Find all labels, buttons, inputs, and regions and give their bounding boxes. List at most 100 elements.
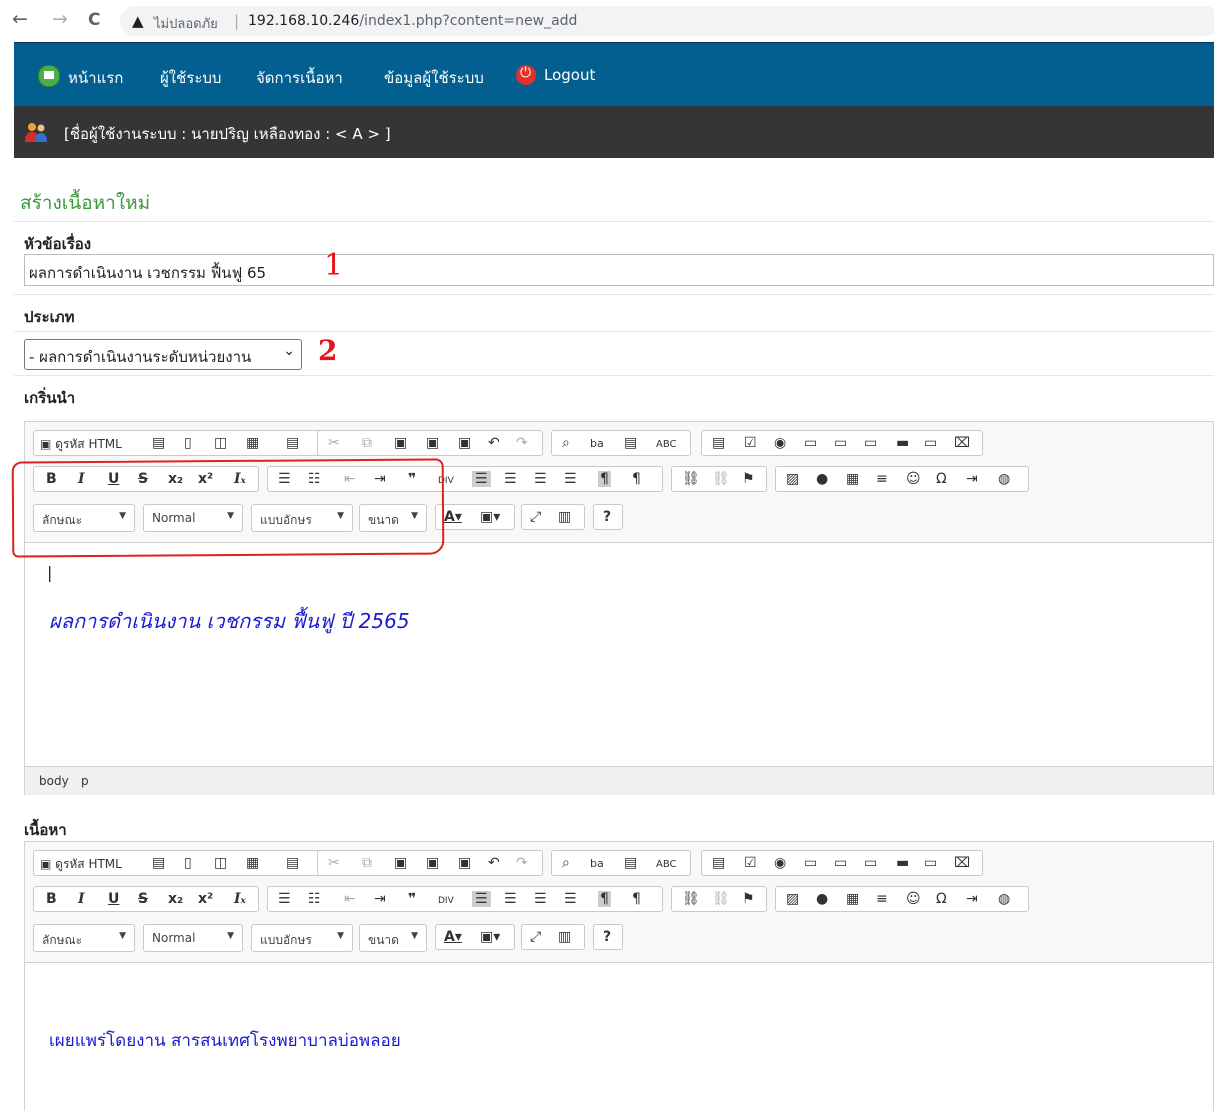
type-select[interactable]: - ผลการดำเนินงานระดับหน่วยงาน ⌄ <box>24 339 302 370</box>
justify-icon[interactable]: ☰ <box>564 891 577 907</box>
style-combo[interactable]: ลักษณะ ▼ <box>33 924 135 952</box>
unlink-icon[interactable]: ⛓ <box>712 891 730 907</box>
nav-content[interactable]: จัดการเนื้อหา <box>256 66 343 90</box>
textarea-icon[interactable]: ▭ <box>834 855 847 871</box>
textfield-icon[interactable]: ▭ <box>804 435 817 451</box>
smiley-icon[interactable]: ☺ <box>906 891 921 907</box>
button-field-icon[interactable]: ▬ <box>896 435 909 451</box>
table-icon[interactable]: ▦ <box>846 891 859 907</box>
unlink-icon[interactable]: ⛓ <box>712 471 730 487</box>
spellcheck-icon[interactable]: ABC <box>656 857 677 873</box>
font-combo[interactable]: แบบอักษร ▼ <box>251 924 353 952</box>
smiley-icon[interactable]: ☺ <box>906 471 921 487</box>
not-secure-label[interactable]: ไม่ปลอดภัย <box>154 13 218 34</box>
hidden-field-icon[interactable]: ⌧ <box>954 855 970 871</box>
help-icon[interactable]: ? <box>603 509 611 525</box>
preview-icon[interactable]: ◫ <box>214 435 227 451</box>
paste-word-icon[interactable]: ▣ <box>458 435 471 451</box>
redo-icon[interactable]: ↷ <box>516 435 528 451</box>
bold-icon[interactable]: B <box>46 891 57 907</box>
numbered-list-icon[interactable]: ☰ <box>278 891 291 907</box>
copy-icon[interactable]: ⧉ <box>362 435 372 451</box>
select-all-icon[interactable]: ▤ <box>624 855 637 871</box>
special-char-icon[interactable]: Ω <box>936 891 947 907</box>
nav-users[interactable]: ผู้ใช้ระบบ <box>160 66 221 90</box>
maximize-icon[interactable]: ⤢ <box>530 929 541 945</box>
radio-icon[interactable]: ◉ <box>774 435 786 451</box>
path-body[interactable]: body <box>39 774 69 788</box>
paste-icon[interactable]: ▣ <box>394 435 407 451</box>
spellcheck-icon[interactable]: ABC <box>656 437 677 453</box>
link-icon[interactable]: ⛓ <box>682 471 700 487</box>
warning-icon[interactable]: ▲ <box>132 12 144 30</box>
image-button-icon[interactable]: ▭ <box>924 855 937 871</box>
select-all-icon[interactable]: ▤ <box>624 435 637 451</box>
content-editor-content[interactable]: เผยแพร่โดยงาน สารสนเทศโรงพยาบาลบ่อพลอย <box>25 963 1213 1111</box>
source-button[interactable]: ▣ ดูรหัส HTML <box>40 856 122 872</box>
button-field-icon[interactable]: ▬ <box>896 855 909 871</box>
align-center-icon[interactable]: ☰ <box>504 891 517 907</box>
iframe-icon[interactable]: ◍ <box>998 891 1010 907</box>
back-icon[interactable]: ← <box>12 8 28 30</box>
preview-icon[interactable]: ◫ <box>214 855 227 871</box>
save-icon[interactable]: ▤ <box>152 855 165 871</box>
anchor-icon[interactable]: ⚑ <box>742 891 755 907</box>
align-left-icon[interactable]: ☰ <box>472 891 491 907</box>
paste-text-icon[interactable]: ▣ <box>426 855 439 871</box>
div-icon[interactable]: DIV <box>438 893 454 909</box>
hidden-field-icon[interactable]: ⌧ <box>954 435 970 451</box>
checkbox-icon[interactable]: ☑ <box>744 855 757 871</box>
horizontal-rule-icon[interactable]: ≡ <box>876 471 888 487</box>
subject-input[interactable]: ผลการดำเนินงาน เวชกรรม ฟื้นฟู 65 <box>24 254 1214 286</box>
radio-icon[interactable]: ◉ <box>774 855 786 871</box>
help-icon[interactable]: ? <box>603 929 611 945</box>
align-right-icon[interactable]: ☰ <box>534 471 547 487</box>
print-icon[interactable]: ▦ <box>246 435 259 451</box>
link-icon[interactable]: ⛓ <box>682 891 700 907</box>
templates-icon[interactable]: ▤ <box>286 435 299 451</box>
forward-icon[interactable]: → <box>52 8 68 30</box>
save-icon[interactable]: ▤ <box>152 435 165 451</box>
source-button[interactable]: ▣ ดูรหัส HTML <box>40 436 122 452</box>
undo-icon[interactable]: ↶ <box>488 855 500 871</box>
ltr-icon[interactable]: ¶ <box>598 891 611 907</box>
align-right-icon[interactable]: ☰ <box>534 891 547 907</box>
redo-icon[interactable]: ↷ <box>516 855 528 871</box>
iframe-icon[interactable]: ◍ <box>998 471 1010 487</box>
paste-icon[interactable]: ▣ <box>394 855 407 871</box>
new-page-icon[interactable]: ▯ <box>184 435 192 451</box>
show-blocks-icon[interactable]: ▥ <box>558 509 571 525</box>
find-icon[interactable]: ⌕ <box>562 855 570 871</box>
bg-color-icon[interactable]: ▣▾ <box>480 509 500 525</box>
select-field-icon[interactable]: ▭ <box>864 435 877 451</box>
undo-icon[interactable]: ↶ <box>488 435 500 451</box>
image-icon[interactable]: ▨ <box>786 471 799 487</box>
flash-icon[interactable]: ● <box>816 891 828 907</box>
templates-icon[interactable]: ▤ <box>286 855 299 871</box>
bg-color-icon[interactable]: ▣▾ <box>480 929 500 945</box>
table-icon[interactable]: ▦ <box>846 471 859 487</box>
special-char-icon[interactable]: Ω <box>936 471 947 487</box>
indent-icon[interactable]: ⇥ <box>374 891 386 907</box>
reload-icon[interactable]: C <box>88 10 100 30</box>
paste-text-icon[interactable]: ▣ <box>426 435 439 451</box>
nav-home[interactable]: หน้าแรก <box>68 66 123 90</box>
image-button-icon[interactable]: ▭ <box>924 435 937 451</box>
format-combo[interactable]: Normal ▼ <box>143 924 243 952</box>
size-combo[interactable]: ขนาด ▼ <box>359 924 427 952</box>
remove-format-icon[interactable]: Iₓ <box>234 891 246 907</box>
ltr-icon[interactable]: ¶ <box>598 471 611 487</box>
text-color-icon[interactable]: A▾ <box>444 509 462 525</box>
new-page-icon[interactable]: ▯ <box>184 855 192 871</box>
rtl-icon[interactable]: ¶ <box>632 891 641 907</box>
form-icon[interactable]: ▤ <box>712 435 725 451</box>
url-text[interactable]: 192.168.10.246/index1.php?content=new_ad… <box>248 13 577 29</box>
text-color-icon[interactable]: A▾ <box>444 929 462 945</box>
nav-logout[interactable]: Logout <box>544 66 595 84</box>
home-icon[interactable] <box>38 65 60 87</box>
paste-word-icon[interactable]: ▣ <box>458 855 471 871</box>
path-p[interactable]: p <box>81 774 89 788</box>
intro-editor-content[interactable]: | ผลการดำเนินงาน เวชกรรม ฟื้นฟู ปี 2565 <box>25 543 1213 767</box>
image-icon[interactable]: ▨ <box>786 891 799 907</box>
strike-icon[interactable]: S <box>138 891 148 907</box>
